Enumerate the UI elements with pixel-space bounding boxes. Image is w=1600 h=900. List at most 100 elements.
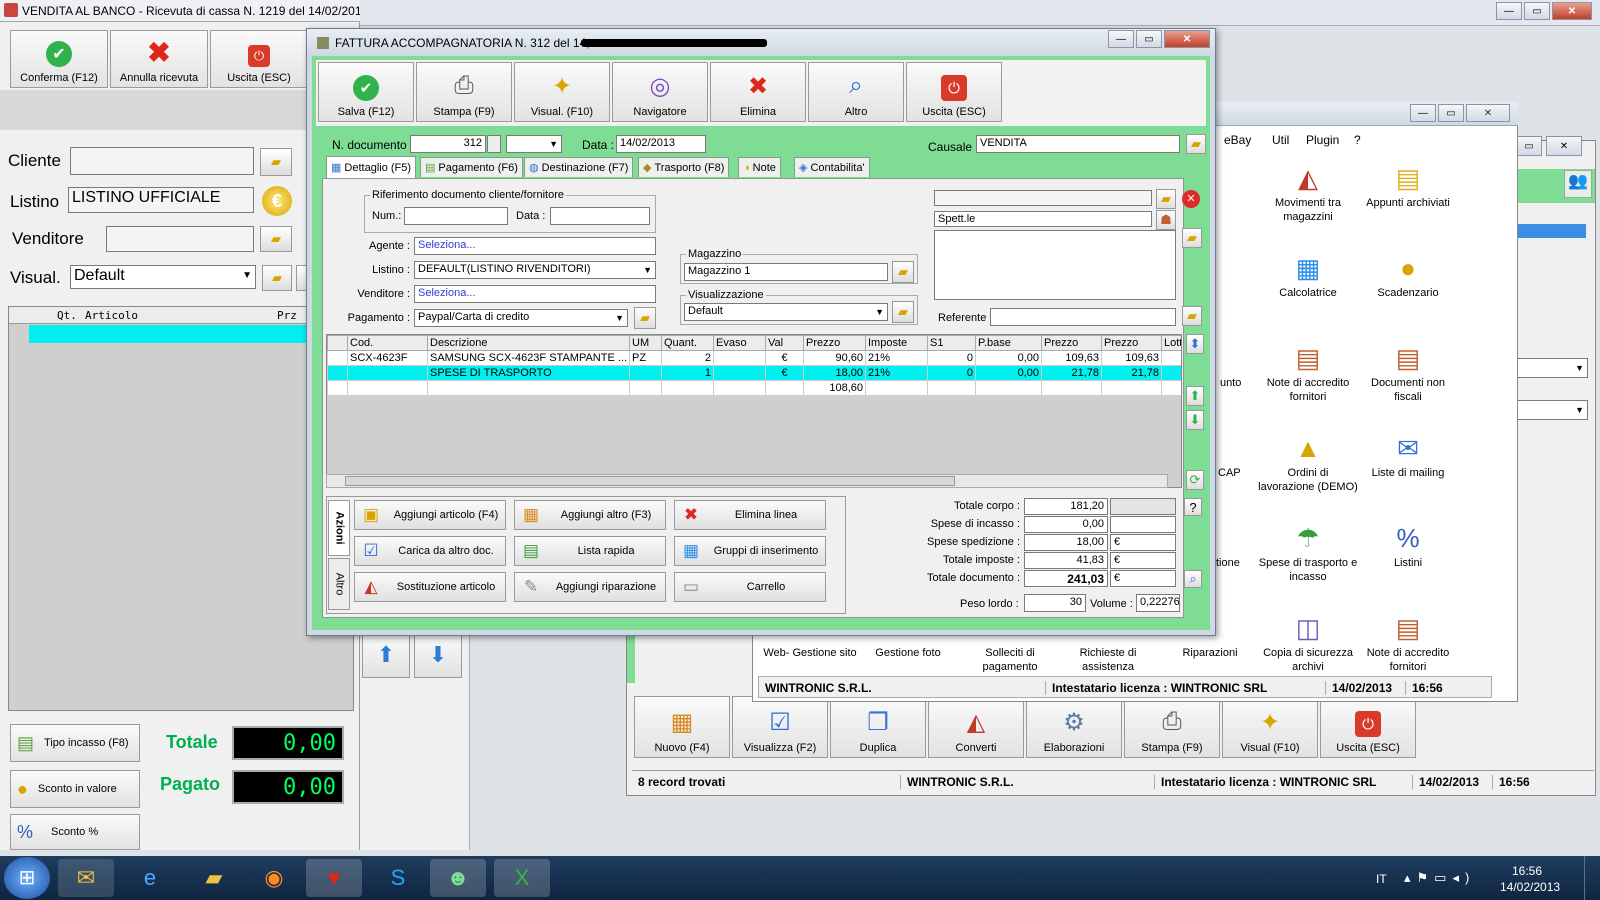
menu-icon-documenti-non-fiscali[interactable]: ▤ Documenti non fiscali [1358,340,1458,404]
menu-util[interactable]: Util [1272,133,1289,147]
volume-field[interactable]: 0,222768 [1136,594,1180,612]
table-cell[interactable]: SAMSUNG SCX-4623F STAMPANTE ... [427,350,630,366]
menu-plugin[interactable]: Plugin [1306,133,1339,147]
list-close-button[interactable]: ✕ [1546,136,1582,156]
customer-address-field[interactable] [934,230,1176,300]
action-elimina-linea-button[interactable]: ✖ Elimina linea [674,500,826,530]
col-header-4[interactable]: Evaso [713,335,766,351]
menu-icon-spese-di-trasporto-e-incasso[interactable]: ☂ Spese di trasporto e incasso [1258,520,1358,584]
menu-icon-liste-di-mailing[interactable]: ✉ Liste di mailing [1358,430,1458,480]
taskbar-strawberry-icon[interactable]: ♥ [306,859,362,897]
list-toolbar-uscita-esc-button[interactable]: ⏻ Uscita (ESC) [1320,696,1416,758]
menu-bottom-3[interactable]: Richieste di assistenza [1058,646,1158,672]
table-cell[interactable]: 1 [661,365,714,381]
rif-data-field[interactable] [550,207,650,225]
tab-note[interactable]: ◑ Note [738,157,781,177]
grid-info-button[interactable]: ⬍ [1186,334,1204,354]
table-cell[interactable]: € [765,350,804,366]
col-header-0[interactable]: Cod. [347,335,428,351]
list-selection-bar[interactable] [1516,224,1586,238]
table-cell[interactable]: 90,60 [803,350,866,366]
show-desktop-button[interactable] [1584,856,1600,900]
menu-icon-note-di-accredito-fornitori[interactable]: ▤ Note di accredito fornitori [1258,340,1358,404]
taskbar-ie-icon[interactable]: e [122,859,178,897]
bg-close-button[interactable]: ✕ [1552,2,1592,20]
taskbar-skype-icon[interactable]: S [370,859,426,897]
causale-browse-button[interactable]: ▰ [1186,134,1206,154]
col-header-3[interactable]: Quant. [661,335,714,351]
spett-field[interactable]: Spett.le [934,211,1152,227]
zoom-button[interactable]: ⌕ [1184,570,1202,588]
pagamento-browse-button[interactable]: ▰ [634,307,656,329]
col-header-2[interactable]: UM [629,335,662,351]
cliente-browse-button[interactable]: ▰ [260,148,292,176]
exit-button[interactable]: ⏻ Uscita (ESC) [210,30,308,88]
table-cell[interactable]: SCX-4623F [347,350,428,366]
cancel-receipt-button[interactable]: ✖ Annulla ricevuta [110,30,208,88]
taskbar-outlook-icon[interactable]: ✉ [58,859,114,897]
pagamento-select[interactable]: Paypal/Carta di credito ▼ [414,309,628,327]
col-header-9[interactable]: P.base [975,335,1042,351]
taskbar-firefox-icon[interactable]: ◉ [246,859,302,897]
row-indicator[interactable] [327,350,348,366]
tipo-incasso-button[interactable]: ▤ Tipo incasso (F8) [10,724,140,762]
action-aggiungi-riparazione-button[interactable]: ✎ Aggiungi riparazione [514,572,666,602]
table-cell[interactable]: 21,78 [1101,365,1162,381]
action-sostituzione-articolo-button[interactable]: ◭ Sostituzione articolo [354,572,506,602]
menu-bottom-2[interactable]: Solleciti di pagamento [960,646,1060,672]
col-header-11[interactable]: Prezzo [1101,335,1162,351]
table-cell[interactable]: 0,00 [975,365,1042,381]
table-row[interactable]: SCX-4623F SAMSUNG SCX-4623F STAMPANTE ...… [327,350,1181,366]
move-up-add-button[interactable]: ⬆ [362,634,410,678]
col-header-1[interactable]: Descrizione [427,335,630,351]
n-documento-spinner[interactable] [487,135,501,153]
table-cell[interactable]: € [765,365,804,381]
tray-language[interactable]: IT [1376,872,1387,886]
menu-ebay[interactable]: eBay [1224,133,1251,147]
move-row-down-button[interactable]: ⬇ [1186,410,1204,430]
help-button[interactable]: ? [1184,498,1202,516]
action-aggiungi-altro-f3-button[interactable]: ▦ Aggiungi altro (F3) [514,500,666,530]
referente-field[interactable] [990,308,1176,326]
menu-icon-listini[interactable]: % Listini [1358,520,1458,570]
list-toolbar-nuovo-f4-button[interactable]: ▦ Nuovo (F4) [634,696,730,758]
list-toolbar-stampa-f9-button[interactable]: ⎙ Stampa (F9) [1124,696,1220,758]
col-prz[interactable]: Prz [277,309,297,322]
referente-browse-button[interactable]: ▰ [1182,306,1202,326]
invoice-toolbar-uscita-esc-button[interactable]: ⏻ Uscita (ESC) [906,62,1002,122]
table-cell[interactable] [1161,365,1181,381]
tab-contabilita[interactable]: ◈ Contabilita' [794,157,870,177]
menu-close-button[interactable]: ✕ [1466,104,1510,122]
customer-clear-icon[interactable]: ✕ [1182,190,1200,208]
table-cell[interactable] [629,365,662,381]
grid-hscrollbar[interactable] [326,474,1168,488]
menu-icon-scadenzario[interactable]: ● Scadenzario [1358,250,1458,300]
euro-icon[interactable]: € [262,186,292,216]
list-toolbar-visual-f10-button[interactable]: ✦ Visual (F10) [1222,696,1318,758]
causale-field[interactable]: VENDITA [976,135,1180,153]
tray-date[interactable]: 14/02/2013 [1500,880,1560,894]
menu-bottom-1[interactable]: Gestione foto [858,646,958,672]
table-row[interactable]: SPESE DI TRASPORTO 1 €18,00 21% 0 0,00 21,78 21… [327,365,1181,381]
action-gruppi-di-inserimento-button[interactable]: ▦ Gruppi di inserimento [674,536,826,566]
menu-bottom-4[interactable]: Riparazioni [1160,646,1260,672]
col-header-12[interactable]: Lott [1161,335,1181,351]
menu-icon-movimenti-tra-magazzini[interactable]: ◭ Movimenti tra magazzini [1258,160,1358,224]
side-tab-altro[interactable]: Altro [328,558,350,610]
tab-pagamento[interactable]: ▤ Pagamento (F6) [420,157,523,177]
table-cell[interactable]: PZ [629,350,662,366]
sconto-perc-button[interactable]: % Sconto % [10,814,140,850]
action-carica-da-altro-doc-button[interactable]: ☑ Carica da altro doc. [354,536,506,566]
list-toolbar-elaborazioni-button[interactable]: ⚙ Elaborazioni [1026,696,1122,758]
action-lista-rapida-button[interactable]: ▤ Lista rapida [514,536,666,566]
col-header-7[interactable]: Imposte [865,335,928,351]
tab-trasporto[interactable]: ◆ Trasporto (F8) [638,157,730,177]
menu-help[interactable]: ? [1354,133,1361,147]
menu-icon-copia-di-sicurezza-archivi[interactable]: ◫ Copia di sicurezza archivi [1258,610,1358,674]
tab-dettaglio[interactable]: ▦ Dettaglio (F5) [326,156,417,178]
table-cell[interactable]: 0,00 [975,350,1042,366]
col-header-8[interactable]: S1 [927,335,976,351]
venditore-browse-button[interactable]: ▰ [260,226,292,252]
menu-icon-note-di-accredito-fornitori[interactable]: ▤ Note di accredito fornitori [1358,610,1458,674]
table-cell[interactable]: 2 [661,350,714,366]
